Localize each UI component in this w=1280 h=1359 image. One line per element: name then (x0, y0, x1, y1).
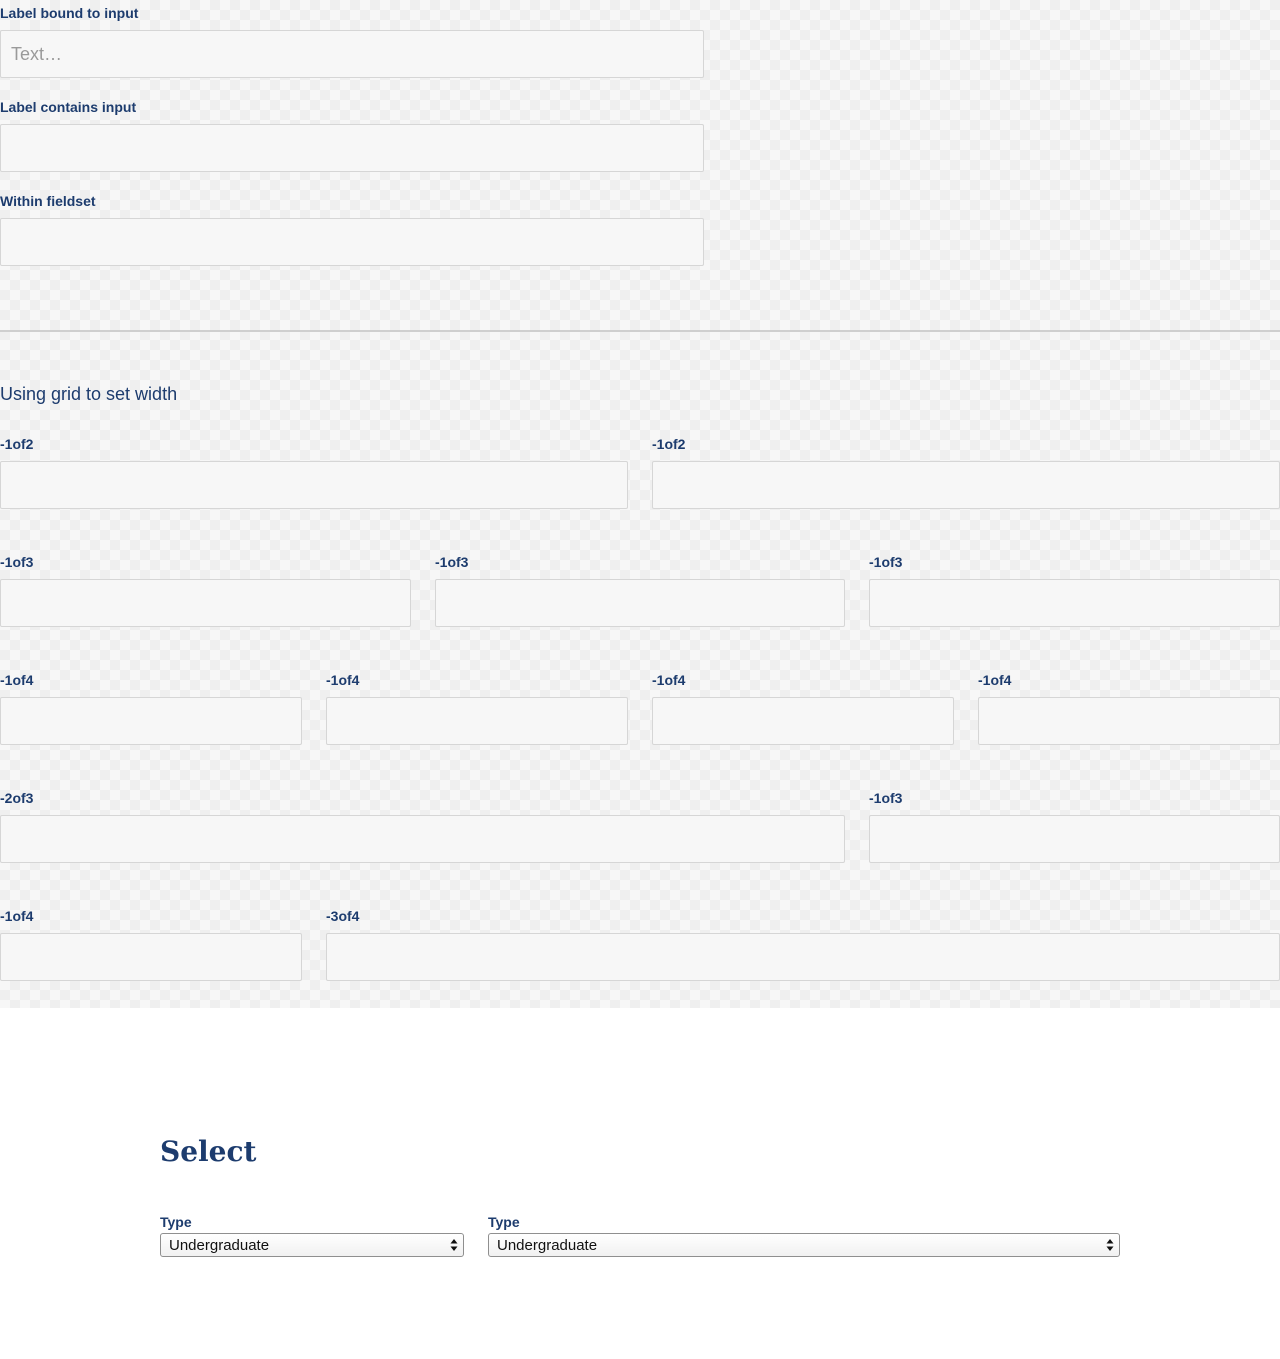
type-select-2[interactable]: Undergraduate (489, 1234, 1119, 1256)
label-within-fieldset: Within fieldset (0, 193, 96, 209)
type-select-1[interactable]: Undergraduate (161, 1234, 463, 1256)
grid-label-1of4-c: -1of4 (652, 672, 686, 688)
select-1-wrapper: Undergraduate (160, 1233, 464, 1257)
grid-input-1of3-b[interactable] (435, 579, 845, 627)
select-2-label: Type (488, 1214, 520, 1230)
section-divider (0, 330, 1280, 332)
grid-input-1of2-a[interactable] (0, 461, 628, 509)
grid-label-1of2-b: -1of2 (652, 436, 686, 452)
grid-label-2of3: -2of3 (0, 790, 34, 806)
select-1-label: Type (160, 1214, 192, 1230)
label-bound-to-input: Label bound to input (0, 5, 139, 21)
grid-input-3of4[interactable] (326, 933, 1280, 981)
grid-label-1of4-b: -1of4 (326, 672, 360, 688)
grid-label-1of3-b: -1of3 (435, 554, 469, 570)
form-demo-area: Label bound to input Label contains inpu… (0, 0, 1280, 1008)
text-input-contained[interactable] (0, 124, 704, 172)
grid-label-3of4: -3of4 (326, 908, 360, 924)
label-contains-input: Label contains input (0, 99, 137, 115)
grid-label-1of4-a: -1of4 (0, 672, 34, 688)
grid-input-1of3-c[interactable] (869, 579, 1280, 627)
grid-heading: Using grid to set width (0, 384, 178, 404)
grid-label-1of3-a: -1of3 (0, 554, 34, 570)
grid-input-2of3[interactable] (0, 815, 845, 863)
grid-label-1of4-d: -1of4 (978, 672, 1012, 688)
grid-label-1of3-c: -1of3 (869, 554, 903, 570)
grid-input-1of4-d[interactable] (978, 697, 1280, 745)
grid-input-1of4-e[interactable] (0, 933, 302, 981)
grid-label-1of4-e: -1of4 (0, 908, 34, 924)
grid-label-1of2-a: -1of2 (0, 436, 34, 452)
text-input-fieldset[interactable] (0, 218, 704, 266)
grid-input-1of3-d[interactable] (869, 815, 1280, 863)
grid-input-1of4-b[interactable] (326, 697, 628, 745)
grid-input-1of3-a[interactable] (0, 579, 411, 627)
grid-input-1of4-c[interactable] (652, 697, 954, 745)
grid-input-1of4-a[interactable] (0, 697, 302, 745)
select-2-wrapper: Undergraduate (488, 1233, 1120, 1257)
grid-input-1of2-b[interactable] (652, 461, 1280, 509)
select-section-title: Select (160, 1135, 257, 1168)
grid-label-1of3-d: -1of3 (869, 790, 903, 806)
text-input-bound[interactable] (0, 30, 704, 78)
